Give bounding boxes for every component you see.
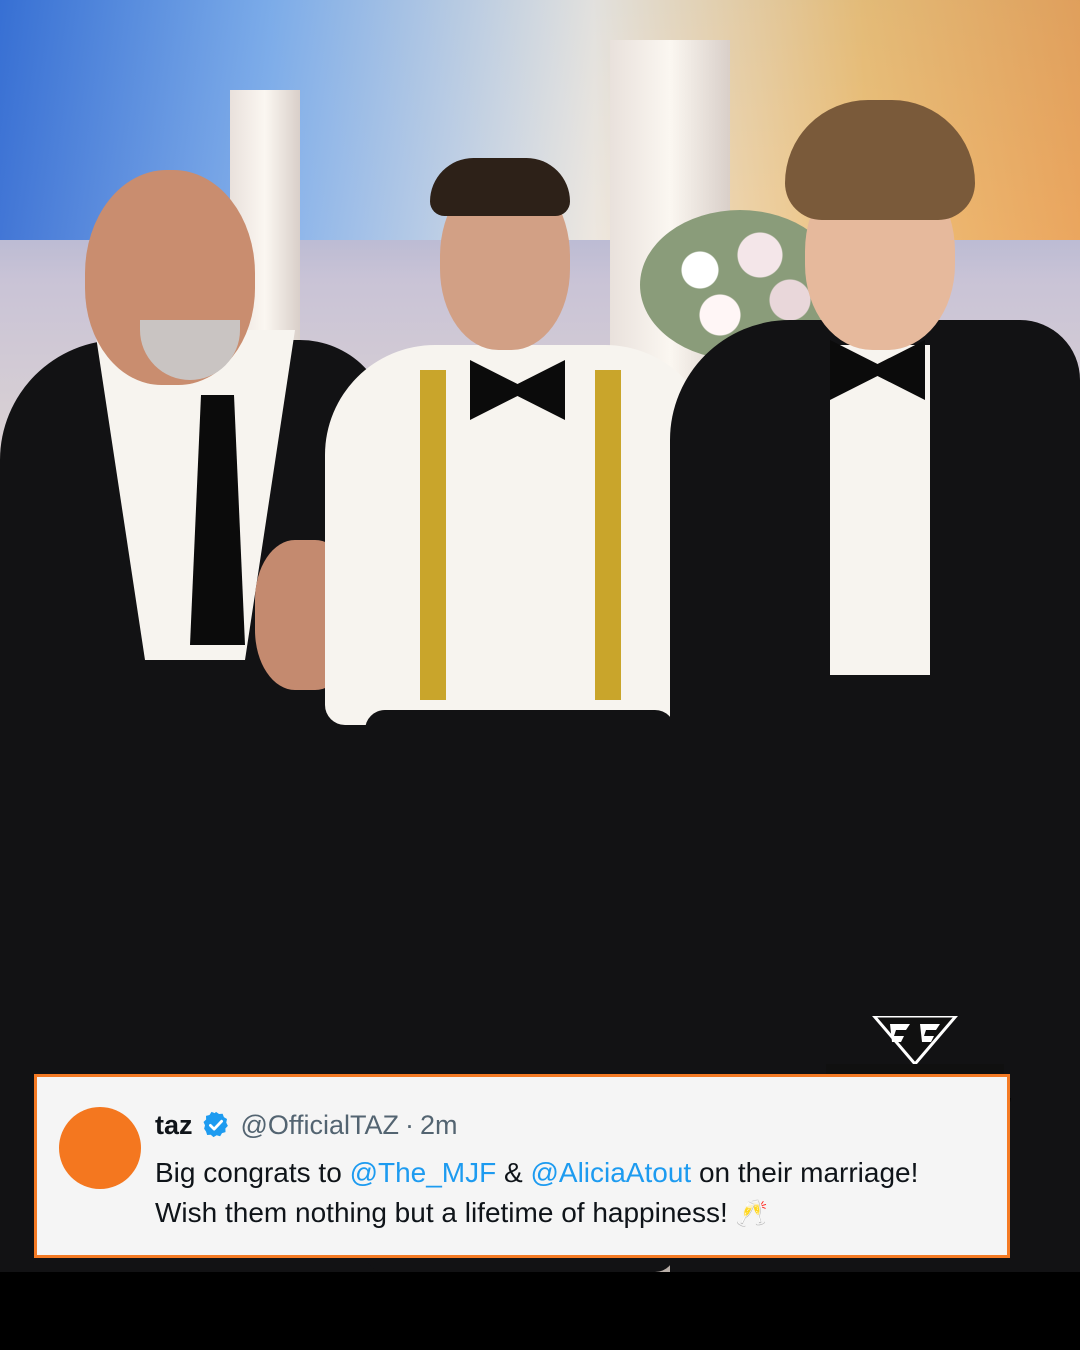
text-segment: Wish them nothing but a lifetime of happ… (155, 1197, 728, 1228)
verified-badge-icon (203, 1111, 228, 1138)
text-segment: & (496, 1157, 531, 1188)
tweet-line-2: Wish them nothing but a lifetime of happ… (155, 1193, 995, 1234)
text-segment: Big congrats to (155, 1157, 350, 1188)
clinking-glasses-icon: 🥂 (735, 1199, 768, 1229)
handle[interactable]: @OfficialTAZ (241, 1110, 399, 1141)
fightful-mark-icon (870, 1014, 960, 1067)
display-name[interactable]: taz (155, 1110, 193, 1141)
tweet-header: taz @OfficialTAZ · 2m (155, 1107, 457, 1143)
timestamp[interactable]: 2m (420, 1110, 458, 1141)
tweet-card[interactable]: taz @OfficialTAZ · 2m Big congrats to @T… (34, 1074, 1010, 1258)
mention-aliciaatout[interactable]: @AliciaAtout (530, 1157, 691, 1188)
avatar[interactable] (59, 1107, 141, 1189)
tweet-text: Big congrats to @The_MJF & @AliciaAtout … (155, 1153, 995, 1234)
separator-dot: · (404, 1109, 414, 1140)
text-segment: on their marriage! (691, 1157, 919, 1188)
tweet-line-1: Big congrats to @The_MJF & @AliciaAtout … (155, 1153, 995, 1193)
mention-the-mjf[interactable]: @The_MJF (350, 1157, 497, 1188)
